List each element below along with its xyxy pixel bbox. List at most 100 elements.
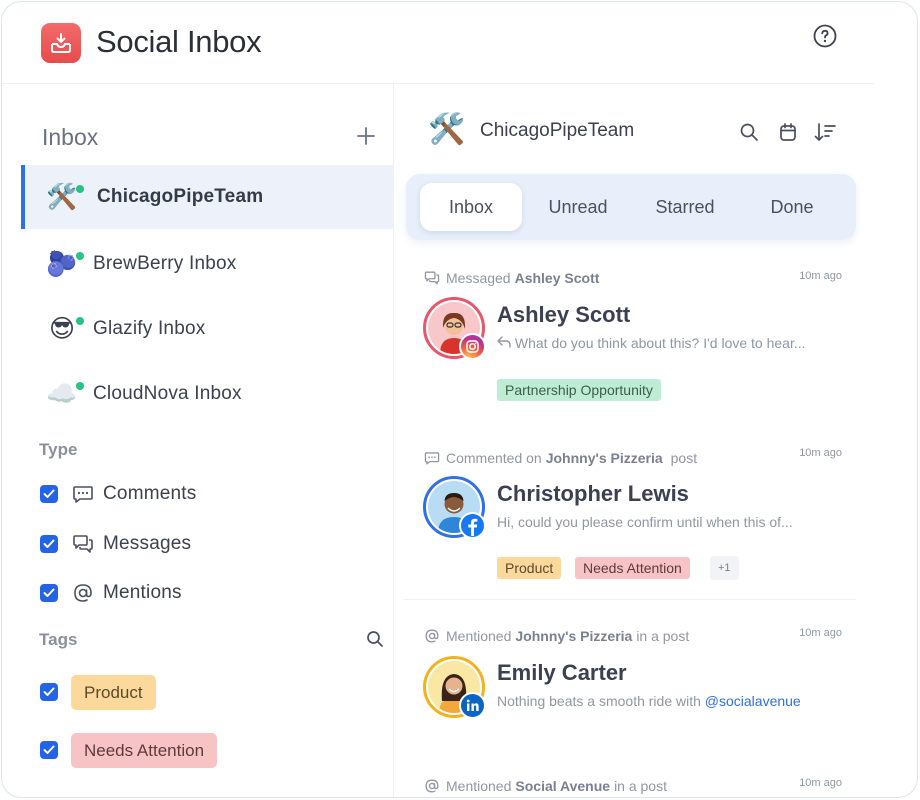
- inbox-name: BrewBerry Inbox: [93, 253, 237, 274]
- conversation-meta: Mentioned Social Avenue in a post: [424, 778, 667, 794]
- reply-arrow-icon: [497, 335, 515, 351]
- meta-action: Messaged: [446, 270, 511, 286]
- tag-chip-needs-attention: Needs Attention: [71, 732, 218, 768]
- type-filter-mentions[interactable]: Mentions: [40, 578, 182, 608]
- conversation-item[interactable]: Mentioned Social Avenue in a post 10m ag…: [404, 772, 856, 797]
- online-status-dot: [76, 317, 84, 325]
- tab-inbox[interactable]: Inbox: [420, 183, 522, 231]
- tag-chip-partnership: Partnership Opportunity: [497, 379, 661, 401]
- checkbox-checked-icon[interactable]: [40, 741, 58, 759]
- tag-chip-needs-attention: Needs Attention: [575, 557, 690, 579]
- online-status-dot: [76, 252, 84, 260]
- tab-unread[interactable]: Unread: [527, 183, 629, 231]
- tag-filter-needs-attention[interactable]: Needs Attention: [40, 732, 218, 768]
- conversation-panel: 🛠️ ChicagoPipeTeam Inbox Unread Starred …: [394, 84, 874, 797]
- app-title: Social Inbox: [96, 24, 262, 59]
- conversation-item[interactable]: Commented on Johnny's Pizzeria post 10m …: [404, 442, 856, 592]
- meta-action: Mentioned: [446, 778, 512, 794]
- sidebar-inbox-brewberry[interactable]: 🫐 BrewBerry Inbox: [21, 232, 394, 296]
- avatar: [423, 476, 486, 539]
- meta-suffix: post: [670, 450, 698, 466]
- checkbox-checked-icon[interactable]: [40, 535, 58, 553]
- message-preview: What do you think about this? I'd love t…: [497, 335, 806, 351]
- add-inbox-plus-icon[interactable]: [354, 124, 378, 148]
- blueberry-emoji-icon: 🫐: [46, 250, 78, 278]
- avatar: [423, 297, 486, 360]
- meta-action: Commented on: [446, 450, 542, 466]
- app-header: Social Inbox: [2, 2, 874, 84]
- tags-section-title: Tags: [39, 630, 78, 649]
- conversation-meta: Commented on Johnny's Pizzeria post: [424, 450, 697, 466]
- more-tags-badge[interactable]: +1: [710, 556, 739, 580]
- app-logo-icon: [41, 23, 81, 63]
- online-status-dot: [76, 185, 84, 193]
- checkbox-checked-icon[interactable]: [40, 584, 58, 602]
- at-icon: [72, 582, 94, 604]
- preview-text: Nothing beats a smooth ride with: [497, 693, 701, 709]
- message-preview: Nothing beats a smooth ride with @social…: [497, 693, 801, 709]
- message-preview: Hi, could you please confirm until when …: [497, 514, 793, 530]
- conversation-time: 10m ago: [799, 777, 842, 789]
- checkbox-checked-icon[interactable]: [40, 683, 58, 701]
- type-filter-comments[interactable]: Comments: [40, 479, 196, 509]
- meta-suffix: in a post: [636, 628, 690, 644]
- inbox-name: CloudNova Inbox: [93, 383, 242, 404]
- inbox-heading: Inbox: [42, 124, 99, 150]
- contact-name: Ashley Scott: [497, 302, 631, 327]
- sort-icon[interactable]: [814, 122, 836, 142]
- conversation-item[interactable]: Mentioned Johnny's Pizzeria in a post 10…: [404, 622, 856, 772]
- type-filter-messages[interactable]: Messages: [40, 529, 191, 559]
- meta-subject: Johnny's Pizzeria: [515, 628, 633, 644]
- contact-name: Christopher Lewis: [497, 481, 689, 506]
- messages-icon: [424, 270, 440, 286]
- messages-icon: [72, 533, 94, 555]
- meta-subject: Ashley Scott: [514, 270, 600, 286]
- preview-text: What do you think about this? I'd love t…: [514, 335, 806, 351]
- inbox-tabs: Inbox Unread Starred Done: [406, 174, 856, 240]
- meta-subject: Social Avenue: [515, 778, 611, 794]
- contact-name: Emily Carter: [497, 660, 627, 685]
- comment-icon: [424, 450, 440, 466]
- tools-emoji-icon: 🛠️: [428, 113, 466, 146]
- meta-suffix: in a post: [614, 778, 667, 794]
- conversation-item[interactable]: Messaged Ashley Scott 10m ago Ashley Sco…: [404, 264, 856, 414]
- calendar-icon[interactable]: [778, 122, 798, 142]
- sidebar-inbox-cloudnova[interactable]: ☁️ CloudNova Inbox: [21, 362, 394, 426]
- avatar: [423, 656, 486, 719]
- type-section-title: Type: [39, 440, 78, 459]
- divider: [404, 599, 856, 600]
- search-tags-icon[interactable]: [366, 630, 384, 648]
- help-icon[interactable]: [813, 24, 837, 48]
- tag-filter-product[interactable]: Product: [40, 674, 156, 710]
- tag-chip-product: Product: [497, 557, 562, 579]
- meta-subject: Johnny's Pizzeria: [545, 450, 663, 466]
- sidebar-inbox-glazify[interactable]: 😎 Glazify Inbox: [21, 297, 394, 361]
- team-name: ChicagoPipeTeam: [480, 120, 635, 141]
- conversation-meta: Messaged Ashley Scott: [424, 270, 603, 286]
- tag-chip-product: Product: [71, 674, 156, 710]
- tools-emoji-icon: 🛠️: [46, 183, 78, 211]
- conversation-meta: Mentioned Johnny's Pizzeria in a post: [424, 628, 689, 644]
- inbox-name: ChicagoPipeTeam: [97, 186, 264, 207]
- filter-label: Messages: [103, 533, 192, 554]
- checkbox-checked-icon[interactable]: [40, 485, 58, 503]
- search-icon[interactable]: [739, 122, 759, 142]
- sunglasses-emoji-icon: 😎: [48, 315, 76, 343]
- tab-starred[interactable]: Starred: [634, 183, 736, 231]
- filter-label: Mentions: [103, 582, 182, 603]
- sidebar-inbox-chicagopipeteam[interactable]: 🛠️ ChicagoPipeTeam: [21, 165, 394, 229]
- facebook-icon: [459, 512, 486, 539]
- meta-action: Mentioned: [446, 628, 512, 644]
- conversation-time: 10m ago: [799, 627, 842, 639]
- sidebar: Inbox 🛠️ ChicagoPipeTeam 🫐 BrewBerry Inb…: [2, 84, 394, 797]
- linkedin-icon: [459, 692, 486, 719]
- comment-icon: [72, 483, 94, 505]
- app-window: Social Inbox Inbox 🛠️ ChicagoPipeTeam 🫐 …: [1, 1, 918, 798]
- instagram-icon: [459, 333, 486, 360]
- tab-done[interactable]: Done: [741, 183, 843, 231]
- at-icon: [424, 778, 440, 794]
- mention-link[interactable]: @socialavenue: [705, 693, 801, 709]
- at-icon: [424, 628, 440, 644]
- inbox-name: Glazify Inbox: [93, 318, 206, 339]
- online-status-dot: [76, 382, 84, 390]
